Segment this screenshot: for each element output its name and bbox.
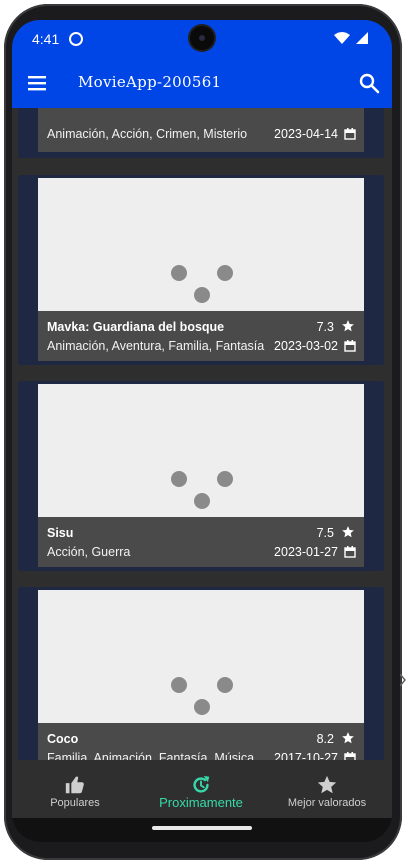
loading-dot [217, 471, 233, 487]
loading-dot [171, 677, 187, 693]
nav-item-proximamente[interactable]: Proximamente [138, 760, 264, 818]
movie-card[interactable]: Sisu 7.5 Acción, Guerra 2023-01-27 [18, 381, 384, 571]
movie-rating: 7.5 [316, 526, 334, 540]
movie-genres: Animación, Acción, Crimen, Misterio [47, 127, 248, 141]
movie-genres: Familia, Animación, Fantasía, Música, ..… [47, 751, 272, 760]
movie-card[interactable]: Coco 8.2 Familia, Animación, Fantasía, M… [18, 587, 384, 760]
movie-poster-loading [38, 384, 364, 517]
movie-date: 2023-03-02 [274, 339, 338, 353]
loading-dot [194, 493, 210, 509]
app-bar: MovieApp-200561 [12, 58, 392, 108]
star-icon [342, 732, 354, 744]
loading-dot [194, 287, 210, 303]
movie-genres: Acción, Guerra [47, 545, 131, 559]
notification-icon [69, 32, 83, 46]
front-camera [190, 26, 214, 50]
movie-date: 2023-01-27 [274, 545, 338, 559]
search-icon[interactable] [358, 72, 380, 94]
loading-dot [217, 265, 233, 281]
phone-frame: 4:41 MovieApp-200561 Animación, Acción, … [0, 0, 406, 864]
screen: 4:41 MovieApp-200561 Animación, Acción, … [12, 20, 392, 842]
movie-rating: 8.2 [316, 732, 334, 746]
refresh-icon [193, 775, 210, 793]
calendar-icon [344, 546, 356, 558]
side-button [400, 673, 406, 687]
movie-card[interactable]: Animación, Acción, Crimen, Misterio 2023… [18, 108, 384, 158]
home-indicator[interactable] [152, 826, 252, 830]
movie-rating: 7.3 [316, 320, 334, 334]
calendar-icon [344, 752, 356, 760]
nav-label: Proximamente [159, 795, 243, 810]
loading-dot [171, 265, 187, 281]
movie-info: Mavka: Guardiana del bosque 7.3 Animació… [38, 311, 364, 361]
movie-date: 2023-04-14 [274, 127, 338, 141]
nav-label: Populares [50, 797, 100, 809]
movie-title: Mavka: Guardiana del bosque [47, 320, 225, 334]
movie-info: Coco 8.2 Familia, Animación, Fantasía, M… [38, 723, 364, 760]
movie-date: 2017-10-27 [274, 751, 338, 760]
wifi-signal-icon [334, 32, 368, 44]
thumbs-up-icon [65, 776, 84, 794]
movie-info: Animación, Acción, Crimen, Misterio 2023… [38, 108, 364, 152]
menu-icon[interactable] [26, 72, 48, 94]
star-icon [342, 320, 354, 332]
movie-poster-loading [38, 178, 364, 311]
gesture-bar [12, 818, 392, 842]
loading-dot [171, 471, 187, 487]
movie-list[interactable]: Animación, Acción, Crimen, Misterio 2023… [12, 108, 392, 760]
bottom-navigation: Populares Proximamente Mejor valorados [12, 760, 392, 818]
movie-title: Coco [47, 732, 79, 746]
star-icon [342, 526, 354, 538]
loading-dot [217, 677, 233, 693]
status-bar: 4:41 [12, 20, 392, 58]
movie-card[interactable]: Mavka: Guardiana del bosque 7.3 Animació… [18, 175, 384, 365]
status-time: 4:41 [32, 31, 60, 47]
nav-item-populares[interactable]: Populares [12, 760, 138, 818]
calendar-icon [344, 128, 356, 140]
nav-item-mejor-valorados[interactable]: Mejor valorados [264, 760, 390, 818]
movie-info: Sisu 7.5 Acción, Guerra 2023-01-27 [38, 517, 364, 567]
movie-genres: Animación, Aventura, Familia, Fantasía [47, 339, 265, 353]
movie-title: Sisu [47, 526, 74, 540]
movie-poster-loading [38, 590, 364, 723]
star-icon [317, 775, 337, 794]
calendar-icon [344, 340, 356, 352]
loading-dot [194, 699, 210, 715]
nav-label: Mejor valorados [287, 797, 367, 809]
app-title: MovieApp-200561 [78, 73, 222, 91]
